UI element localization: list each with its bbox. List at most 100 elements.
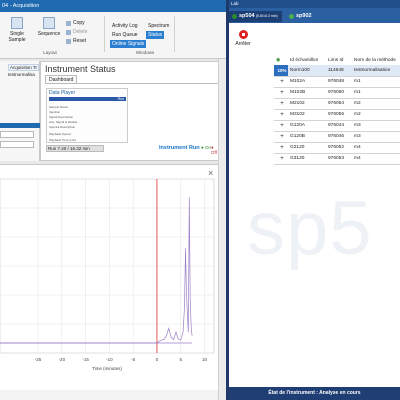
single-sample-button[interactable]: Single Sample — [2, 17, 32, 43]
sequence-icon — [43, 17, 55, 29]
method-name-cell: m1 — [352, 76, 400, 88]
lab-title: Lab — [229, 0, 400, 8]
x-tick-label: -20 — [59, 357, 66, 362]
run-progress-bar: Run — [49, 97, 126, 101]
sample-id-cell: G2120 — [288, 142, 326, 154]
tree-item-testnormalisa[interactable]: testnormalisa — [8, 72, 35, 77]
sample-id-cell: G120A — [288, 120, 326, 132]
expand-icon[interactable]: + — [274, 120, 288, 132]
spectrum-button[interactable]: Spectrum — [146, 22, 171, 30]
tree-selection-bar — [0, 123, 40, 128]
stop-button[interactable]: Arrêter — [232, 30, 254, 47]
sequence-button[interactable]: Sequence — [36, 17, 62, 37]
instrument-status-title: Instrument Status — [45, 64, 116, 74]
table-row[interactable]: + G3120 976053 m4 — [274, 153, 400, 165]
off-label: Off — [211, 150, 217, 155]
table-row[interactable]: + G120A 976044 m3 — [274, 120, 400, 132]
tree-field[interactable] — [0, 131, 34, 138]
expand-icon[interactable]: + — [274, 153, 288, 165]
check-icon: ◉ — [276, 57, 281, 63]
vertical-scrollbar[interactable] — [218, 59, 226, 400]
lims-id-cell: 976056 — [326, 109, 352, 121]
instrument-watermark: sp5 — [247, 186, 373, 271]
instrument-tabs: sp504 (5.8/16.3 min) sp902 — [229, 8, 400, 23]
expand-icon[interactable]: + — [274, 142, 288, 154]
tab-sp504[interactable]: sp504 (5.8/16.3 min) — [229, 11, 282, 22]
data-player-title: Data Player — [49, 90, 76, 96]
sample-id-cell: M3102 — [288, 109, 326, 121]
detail-row: Playback Time (min) — [49, 138, 77, 142]
stop-icon — [238, 30, 248, 39]
lims-id-cell: 976052 — [326, 142, 352, 154]
progress-cell: 10% — [274, 65, 288, 77]
status-button[interactable]: Status — [146, 31, 165, 39]
table-row[interactable]: + M102B 976050 m1 — [274, 87, 400, 99]
x-tick-label: -10 — [106, 357, 113, 362]
sample-id-cell: M102A — [288, 76, 326, 88]
x-tick-label: 5 — [179, 357, 182, 362]
detail-row: Injection — [49, 110, 61, 114]
detail-row: Signal Description — [49, 115, 74, 119]
activity-log-button[interactable]: Activity Log — [110, 22, 140, 30]
instrument-status-panel: Instrument Status Dashboard Data Player … — [40, 61, 223, 161]
method-name-cell: m2 — [352, 109, 400, 121]
reset-button[interactable]: Reset — [66, 38, 86, 45]
instrument-run-label: Instrument Run — [159, 145, 200, 151]
lims-id-cell: 114648 — [326, 65, 352, 77]
table-row[interactable]: + M3102 976056 m2 — [274, 109, 400, 121]
ribbon-separator — [104, 16, 105, 52]
method-name-cell: m4 — [352, 153, 400, 165]
single-sample-label: Single Sample — [8, 31, 26, 43]
table-row[interactable]: + G2120 976052 m4 — [274, 142, 400, 154]
expand-icon[interactable]: + — [274, 87, 288, 99]
x-axis-label: Time (minutes) — [92, 366, 122, 371]
column-header[interactable]: Lims Id — [326, 55, 352, 65]
run-time-display: Run 7.40 / 16.32 min — [46, 145, 104, 152]
online-signals-button[interactable]: Online Signals — [110, 40, 147, 48]
sample-id-cell: Norm100 — [288, 65, 326, 77]
tree-field[interactable] — [0, 141, 34, 148]
column-header[interactable]: Nom de la méthode — [352, 55, 400, 65]
expand-icon[interactable]: + — [274, 131, 288, 143]
detail-row: Spectra Description — [49, 125, 76, 129]
sequence-label: Sequence — [37, 31, 61, 37]
tab-acquisition-tree[interactable]: Acquisition Tr — [8, 64, 39, 71]
acquisition-window: 04 - Acquisition Single Sample Sequence … — [0, 0, 226, 400]
table-row[interactable]: 10% Norm100 114648 testnormalisation — [274, 65, 400, 77]
delete-button[interactable]: Delete — [66, 29, 87, 36]
x-tick-label: -5 — [131, 357, 135, 362]
table-row[interactable]: + M102A 976048 m1 — [274, 76, 400, 88]
method-name-cell: m3 — [352, 120, 400, 132]
acquisition-tree-panel: Acquisition Tr testnormalisa — [0, 61, 40, 161]
method-name-cell: m4 — [352, 142, 400, 154]
detail-row: Playback Speed — [49, 132, 71, 136]
expand-icon[interactable]: + — [274, 98, 288, 110]
windows-group-label: Windows — [135, 50, 155, 55]
x-tick-label: 0 — [156, 357, 159, 362]
method-name-cell: m3 — [352, 131, 400, 143]
close-icon[interactable]: × — [208, 168, 213, 178]
lims-id-cell: 976048 — [326, 76, 352, 88]
copy-button[interactable]: Copy — [66, 20, 85, 27]
single-sample-icon — [11, 17, 23, 29]
expand-icon[interactable]: + — [274, 76, 288, 88]
table-row[interactable]: + G120B 976046 m3 — [274, 131, 400, 143]
lims-id-cell: 976046 — [326, 131, 352, 143]
table-row[interactable]: + M2102 976054 m2 — [274, 98, 400, 110]
tab-sp902[interactable]: sp902 — [286, 11, 316, 22]
sample-id-cell: M2102 — [288, 98, 326, 110]
expand-icon[interactable]: + — [274, 109, 288, 121]
online-signals-panel: -25 -20 -15 -10 -5 0 5 10 Time (minutes) × — [0, 164, 222, 390]
lims-id-cell: 976054 — [326, 98, 352, 110]
lab-window: Lab sp504 (5.8/16.3 min) sp902 Arrêter s… — [229, 0, 400, 400]
column-header[interactable]: Id échantillon — [288, 55, 326, 65]
window-title: 04 - Acquisition — [0, 0, 226, 12]
sample-id-cell: G120B — [288, 131, 326, 143]
on-indicator: ● On — [201, 145, 211, 150]
status-column-header: ◉ — [274, 55, 288, 65]
stop-label: Arrêter — [235, 41, 251, 47]
run-bar-label: Run — [117, 97, 124, 101]
tab-sp902-name: sp902 — [296, 13, 312, 19]
tab-sp504-detail: (5.8/16.3 min) — [256, 14, 278, 18]
run-queue-button[interactable]: Run Queue — [110, 31, 140, 39]
